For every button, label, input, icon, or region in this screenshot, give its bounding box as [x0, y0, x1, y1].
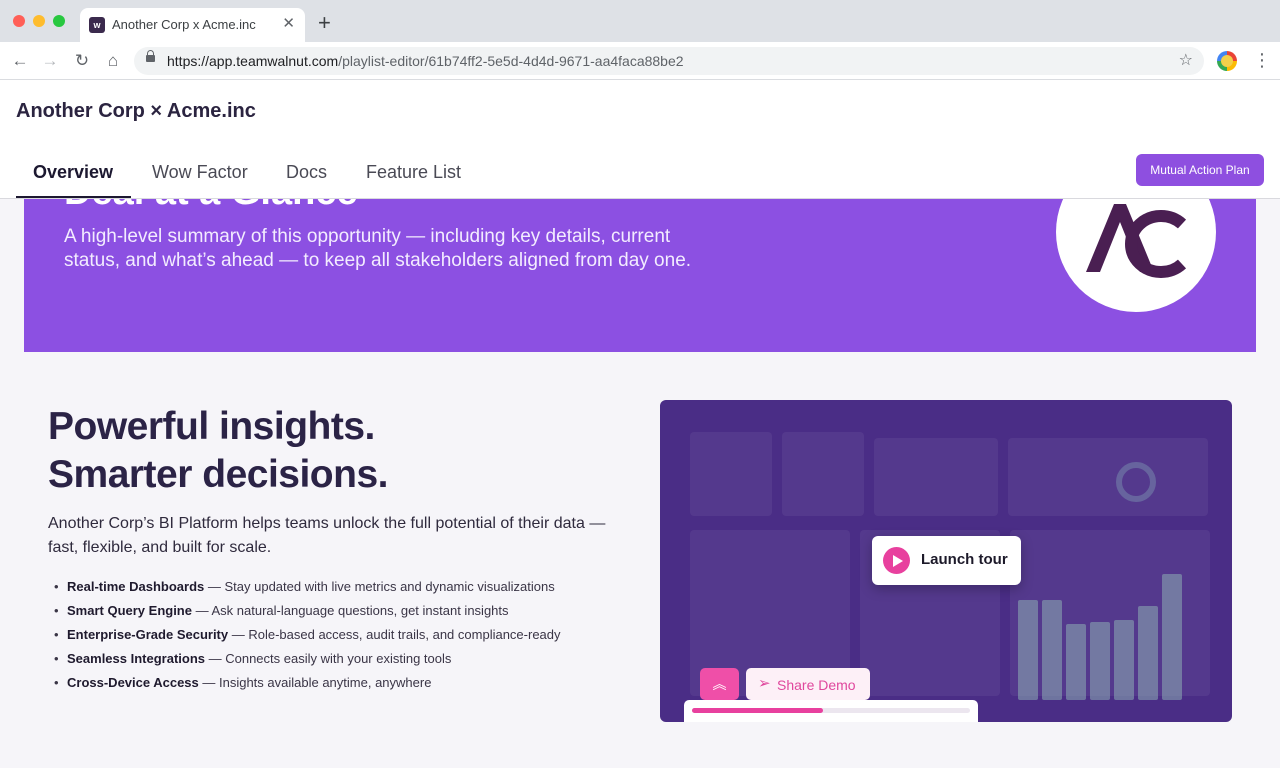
feature-name: Enterprise-Grade Security [67, 627, 229, 642]
share-demo-label: Share Demo [777, 677, 856, 693]
blurred-donut-card [1008, 438, 1208, 516]
blurred-bar [1114, 620, 1134, 700]
plus-icon[interactable]: + [318, 12, 331, 34]
blurred-bar [1066, 624, 1086, 700]
hero-description: A high-level summary of this opportunity… [64, 226, 692, 271]
blurred-sparkline-card [874, 438, 998, 516]
acme-logo: AC [1056, 199, 1216, 312]
tab-wow-factor[interactable]: Wow Factor [152, 162, 248, 183]
chevrons-up-icon[interactable]: ︽ [700, 668, 739, 700]
blurred-stat-card [782, 432, 864, 516]
blurred-stat-card [690, 432, 772, 516]
url-host: https://app.teamwalnut.com [167, 53, 339, 69]
feature-desc: — Stay updated with live metrics and dyn… [204, 579, 555, 594]
browser-tab-bar: w Another Corp x Acme.inc ✕ + [0, 0, 1280, 42]
tab-overview[interactable]: Overview [33, 162, 113, 183]
headline-line-1: Powerful insights. [48, 405, 375, 448]
feature-desc: — Role-based access, audit trails, and c… [228, 627, 561, 642]
lock-icon [146, 50, 155, 62]
demo-preview[interactable]: Launch tour ︽ ➢ Share Demo [660, 400, 1232, 722]
feature-name: Smart Query Engine [67, 603, 192, 618]
list-item: Enterprise-Grade Security — Role-based a… [54, 623, 624, 647]
headline-line-2: Smarter decisions. [48, 453, 388, 496]
progress-fill [692, 708, 823, 713]
progress-track [692, 708, 970, 713]
intro-paragraph: Another Corp’s BI Platform helps teams u… [48, 515, 606, 556]
url-text[interactable]: https://app.teamwalnut.com/playlist-edit… [167, 53, 684, 69]
arrow-right-icon[interactable]: → [39, 50, 61, 72]
feature-list: Real-time Dashboards — Stay updated with… [54, 575, 624, 695]
share-demo-button[interactable]: ➢ Share Demo [746, 668, 870, 700]
blurred-bar [1042, 600, 1062, 700]
hero-banner: Deal at a Glance A high-level summary of… [24, 199, 1256, 352]
blurred-donut [1116, 462, 1156, 502]
list-item: Real-time Dashboards — Stay updated with… [54, 575, 624, 599]
home-icon[interactable]: ⌂ [102, 50, 124, 72]
browser-tab[interactable]: w Another Corp x Acme.inc ✕ [80, 8, 305, 42]
play-icon [883, 547, 910, 574]
minimize-window-button[interactable] [33, 15, 45, 27]
tab-docs[interactable]: Docs [286, 162, 327, 183]
paper-plane-icon: ➢ [758, 675, 771, 692]
content-area: Deal at a Glance A high-level summary of… [0, 199, 1280, 768]
launch-tour-button[interactable]: Launch tour [872, 536, 1021, 585]
feature-name: Real-time Dashboards [67, 579, 205, 594]
blurred-bar [1018, 600, 1038, 700]
launch-tour-label: Launch tour [921, 551, 1008, 568]
close-window-button[interactable] [13, 15, 25, 27]
maximize-window-button[interactable] [53, 15, 65, 27]
feature-desc: — Insights available anytime, anywhere [198, 675, 432, 690]
feature-desc: — Connects easily with your existing too… [205, 651, 452, 666]
reload-icon[interactable]: ↻ [71, 50, 93, 72]
feature-desc: — Ask natural-language questions, get in… [191, 603, 509, 618]
address-bar[interactable]: https://app.teamwalnut.com/playlist-edit… [134, 47, 1204, 75]
feature-name: Seamless Integrations [67, 651, 205, 666]
tour-progress [684, 700, 978, 722]
kebab-menu-icon[interactable]: ⋮ [1253, 49, 1271, 71]
arrow-left-icon[interactable]: ← [9, 50, 31, 72]
blurred-bar [1090, 622, 1110, 700]
url-path: /playlist-editor/61b74ff2-5e5d-4d4d-9671… [338, 53, 684, 69]
acme-logo-icon: AC [1086, 204, 1187, 278]
star-icon[interactable]: ☆ [1179, 50, 1193, 70]
feature-name: Cross-Device Access [67, 675, 199, 690]
hero-heading: Deal at a Glance [64, 199, 358, 214]
profile-avatar-icon[interactable] [1217, 51, 1237, 71]
tab-close-icon[interactable]: ✕ [282, 15, 295, 33]
list-item: Smart Query Engine — Ask natural-languag… [54, 599, 624, 623]
walnut-favicon-icon: w [89, 17, 105, 33]
list-item: Seamless Integrations — Connects easily … [54, 647, 624, 671]
blurred-bar [1138, 606, 1158, 700]
mutual-action-plan-button[interactable]: Mutual Action Plan [1136, 154, 1264, 186]
main-headline: Powerful insights. Smarter decisions. [48, 403, 388, 499]
tab-feature-list[interactable]: Feature List [366, 162, 461, 183]
browser-toolbar: ← → ↻ ⌂ https://app.teamwalnut.com/playl… [0, 42, 1280, 80]
blurred-bar [1162, 574, 1182, 700]
page-title: Another Corp × Acme.inc [16, 100, 256, 122]
list-item: Cross-Device Access — Insights available… [54, 671, 624, 695]
tab-title: Another Corp x Acme.inc [112, 17, 256, 32]
